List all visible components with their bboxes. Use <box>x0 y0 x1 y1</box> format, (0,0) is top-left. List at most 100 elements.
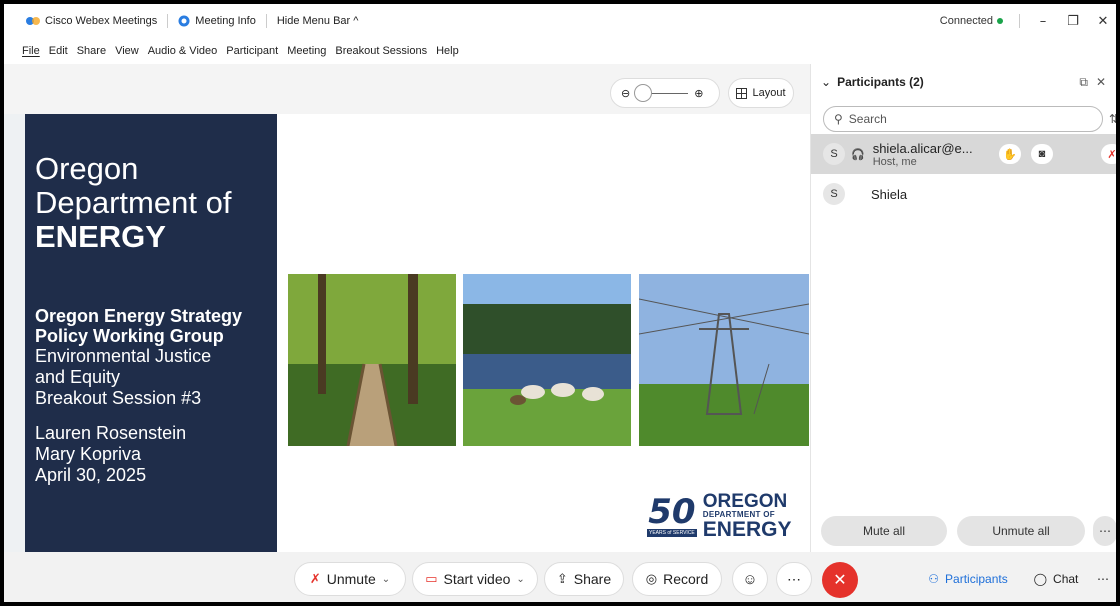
webex-logo-icon <box>26 17 40 25</box>
mic-muted-icon[interactable]: ✗ <box>1101 144 1116 164</box>
avatar: S <box>823 183 845 205</box>
slide-text-line: and Equity <box>35 367 121 387</box>
collapse-chevron-icon[interactable]: ⌄ <box>821 75 831 89</box>
participants-tab-button[interactable]: ⚇ Participants <box>916 562 1020 596</box>
divider <box>167 14 169 28</box>
more-icon: ⋯ <box>787 570 801 587</box>
start-video-button[interactable]: ▭ Start video ⌄ <box>412 562 538 596</box>
unmute-all-button[interactable]: Unmute all <box>957 516 1085 546</box>
participant-name: Shiela <box>871 186 908 202</box>
hide-menu-label: Hide Menu Bar ^ <box>276 15 359 27</box>
zoom-slider[interactable] <box>634 83 689 102</box>
presentation-slide: Oregon Department of ENERGY Oregon Energ… <box>25 114 810 556</box>
menu-file[interactable]: File <box>22 45 40 57</box>
start-video-label: Start video <box>443 571 511 587</box>
solar-sheep-photo <box>463 274 631 446</box>
presenter-name: Mary Kopriva <box>35 444 142 464</box>
participant-search-input[interactable]: ⚲ Search <box>823 106 1103 132</box>
record-icon: ◎ <box>645 571 658 586</box>
menu-meeting[interactable]: Meeting <box>287 45 326 57</box>
slide-title-panel: Oregon Department of ENERGY Oregon Energ… <box>25 114 277 556</box>
camera-icon[interactable]: ◙ <box>1031 144 1053 164</box>
connected-dot-icon <box>997 18 1003 24</box>
participants-header: ⌄ Participants (2) ⧉ ✕ <box>811 64 1116 100</box>
slide-subtitle: Oregon Energy Strategy Policy Working Gr… <box>35 306 267 346</box>
panel-actions: Mute all Unmute all ⋯ <box>811 512 1116 552</box>
participant-row[interactable]: S 🎧 shiela.alicar@e... Host, me ✋ ◙ ✗ <box>811 134 1116 174</box>
layout-button[interactable]: Layout <box>728 78 794 108</box>
menu-edit[interactable]: Edit <box>49 45 68 57</box>
unmute-button[interactable]: ✗ Unmute ⌄ <box>294 562 406 596</box>
sort-icon[interactable]: ⇅ <box>1109 112 1116 126</box>
divider <box>1019 14 1020 28</box>
zoom-in-icon[interactable]: ⊕ <box>694 87 703 100</box>
chevron-down-icon[interactable]: ⌄ <box>382 574 390 585</box>
layout-label: Layout <box>752 87 786 99</box>
slide-date: April 30, 2025 <box>35 465 147 485</box>
search-icon: ⚲ <box>834 112 843 126</box>
meeting-info-button[interactable]: Meeting Info <box>178 15 256 27</box>
title-bar: Cisco Webex Meetings Meeting Info Hide M… <box>4 4 1116 38</box>
menu-breakout-sessions[interactable]: Breakout Sessions <box>335 45 427 57</box>
slide-subtitle-line: Policy Working Group <box>35 326 224 346</box>
participant-name-block: Shiela <box>871 187 907 202</box>
meeting-controls-bar: ✗ Unmute ⌄ ▭ Start video ⌄ ⇪ Share ◎ Rec… <box>4 552 1116 602</box>
slide-text-line: Breakout Session #3 <box>35 388 202 408</box>
logo-number: 50 <box>648 492 696 532</box>
chat-button[interactable]: ◯ Chat <box>1024 562 1088 596</box>
participant-name-block: shiela.alicar@e... Host, me <box>873 141 973 168</box>
menu-help[interactable]: Help <box>436 45 459 57</box>
zoom-slider-knob[interactable] <box>634 83 653 102</box>
menu-share[interactable]: Share <box>77 45 106 57</box>
slide-subtitle-line: Oregon Energy Strategy <box>35 306 243 326</box>
popout-icon[interactable]: ⧉ <box>1079 75 1088 90</box>
share-button[interactable]: ⇪ Share <box>544 562 624 596</box>
participant-row[interactable]: S Shiela <box>811 174 1116 214</box>
window-controls: Connected – ❐ ✕ <box>940 4 1116 38</box>
chevron-down-icon[interactable]: ⌄ <box>516 574 524 585</box>
shared-content-stage: ⊖ ⊕ Layout Oregon Department of ENERGY O… <box>4 64 810 602</box>
chat-label: Chat <box>1053 572 1079 586</box>
grid-icon <box>736 87 748 99</box>
slide-title-line: Department of <box>35 185 232 220</box>
share-label: Share <box>573 571 612 587</box>
presenter-name: Lauren Rosenstein <box>35 423 187 443</box>
participants-panel: ⌄ Participants (2) ⧉ ✕ ⚲ Search ⇅ S 🎧 sh… <box>810 64 1116 552</box>
more-panels-button[interactable]: ⋯ <box>1092 562 1114 596</box>
connection-status-label: Connected <box>939 15 993 27</box>
mute-all-button[interactable]: Mute all <box>821 516 947 546</box>
divider <box>265 14 267 28</box>
logo-line: OREGON <box>702 491 788 512</box>
close-icon[interactable]: ✕ <box>1096 14 1110 29</box>
participant-name: shiela.alicar@e... <box>872 140 973 156</box>
more-options-button[interactable]: ⋯ <box>1093 516 1116 546</box>
raise-hand-button[interactable]: ✋ <box>999 144 1021 164</box>
video-off-icon: ▭ <box>425 571 438 586</box>
unmute-label: Unmute <box>326 571 376 587</box>
minimize-icon[interactable]: – <box>1036 14 1050 29</box>
participant-role: Host, me <box>872 155 917 168</box>
end-meeting-button[interactable]: ✕ <box>822 562 858 598</box>
record-button[interactable]: ◎ Record <box>632 562 722 596</box>
reactions-button[interactable]: ☺ <box>732 562 768 596</box>
close-panel-icon[interactable]: ✕ <box>1096 75 1106 90</box>
zoom-out-icon[interactable]: ⊖ <box>621 87 630 100</box>
more-options-button[interactable]: ⋯ <box>776 562 812 596</box>
app-title: Cisco Webex Meetings <box>26 15 157 27</box>
oregon-doe-50-years-logo: 50 YEARS of SERVICE OREGON DEPARTMENT OF… <box>647 492 791 540</box>
close-icon: ✕ <box>833 572 847 589</box>
panel-header-actions: ⧉ ✕ <box>1079 75 1106 90</box>
slide-title-line: ENERGY <box>35 219 166 254</box>
share-icon: ⇪ <box>556 571 568 586</box>
zoom-control: ⊖ ⊕ <box>610 78 720 108</box>
stage-controls: ⊖ ⊕ Layout <box>4 64 810 114</box>
menu-participant[interactable]: Participant <box>226 45 278 57</box>
hide-menu-bar-button[interactable]: Hide Menu Bar ^ <box>277 15 359 27</box>
webex-window: Cisco Webex Meetings Meeting Info Hide M… <box>0 0 1120 606</box>
chat-icon: ◯ <box>1033 572 1048 586</box>
menu-view[interactable]: View <box>115 45 139 57</box>
restore-icon[interactable]: ❐ <box>1066 14 1080 29</box>
app-name: Cisco Webex Meetings <box>45 15 158 27</box>
menu-audio-video[interactable]: Audio & Video <box>147 45 218 57</box>
